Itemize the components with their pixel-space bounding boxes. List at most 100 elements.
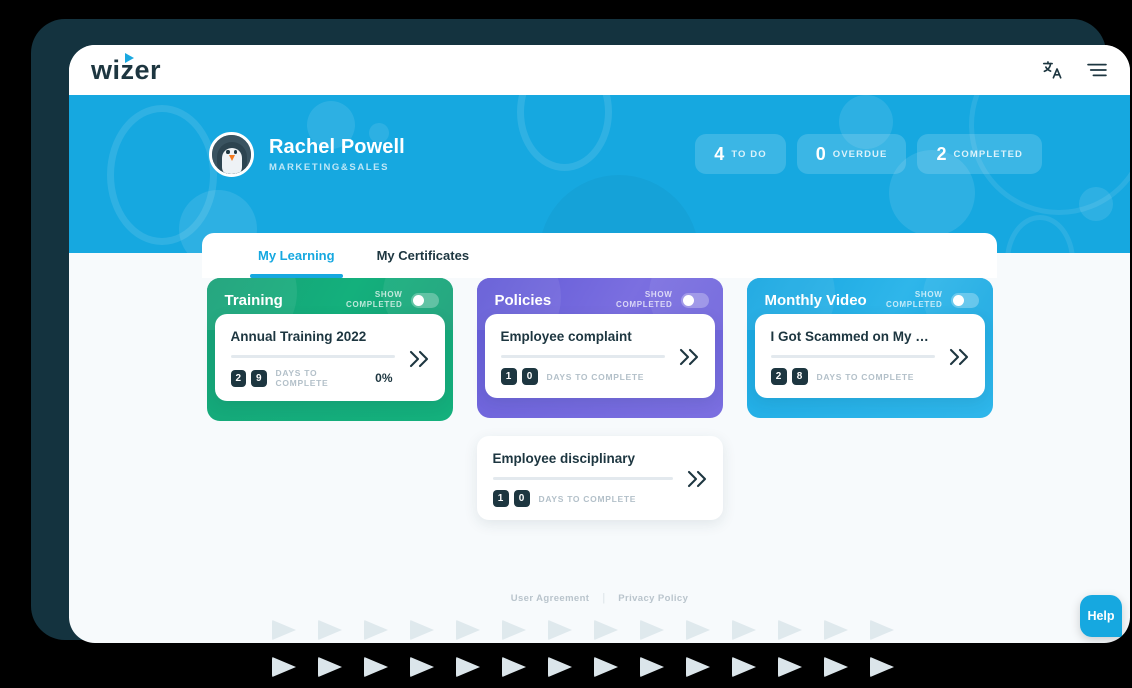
course-meta: 1 0 DAYS TO COMPLETE bbox=[500, 368, 665, 385]
screenshot-stage: wizer Rachel Powell MARKETING&SALES 4 TO… bbox=[0, 0, 1132, 688]
chevron-double-right-icon[interactable] bbox=[673, 346, 701, 368]
play-triangle-decoration bbox=[364, 656, 388, 678]
show-completed-label: SHOW COMPLETED bbox=[885, 290, 943, 309]
tab-my-certificates-label: My Certificates bbox=[376, 248, 470, 263]
course-card-body: I Got Scammed on My Fir... 2 8 DAYS TO C… bbox=[770, 329, 935, 385]
play-triangle-decoration bbox=[456, 656, 480, 678]
show-completed-toggle-monthly-video[interactable]: SHOW COMPLETED bbox=[886, 290, 979, 310]
course-card[interactable]: Annual Training 2022 2 9 DAYS TO COMPLET… bbox=[214, 314, 445, 401]
course-groups-row: Training SHOW COMPLETED Annual Training … bbox=[69, 278, 1130, 520]
group-monthly-video: Monthly Video SHOW COMPLETED I Got Scamm… bbox=[746, 278, 993, 418]
show-completed-toggle-training[interactable]: SHOW COMPLETED bbox=[346, 290, 439, 310]
tab-my-learning-label: My Learning bbox=[258, 248, 335, 263]
course-title: I Got Scammed on My Fir... bbox=[770, 329, 935, 344]
penguin-eye-right bbox=[233, 149, 237, 154]
play-triangle-decoration bbox=[594, 656, 618, 678]
profile-text: Rachel Powell MARKETING&SALES bbox=[269, 136, 405, 173]
penguin-eye-left bbox=[226, 149, 230, 154]
days-digit-tens: 2 bbox=[230, 369, 247, 387]
course-meta: 1 0 DAYS TO COMPLETE bbox=[492, 490, 673, 507]
days-digit-tens: 1 bbox=[500, 368, 517, 385]
group-training-cards: Annual Training 2022 2 9 DAYS TO COMPLET… bbox=[207, 314, 453, 401]
play-triangle-decoration bbox=[318, 656, 342, 678]
play-triangle-decoration bbox=[870, 656, 894, 678]
course-card[interactable]: Employee complaint 1 0 DAYS TO COMPLETE bbox=[484, 314, 715, 398]
course-title: Employee complaint bbox=[500, 329, 632, 344]
course-title: Employee disciplinary bbox=[492, 451, 636, 466]
days-digit-tens: 1 bbox=[492, 490, 509, 507]
toggle-switch[interactable] bbox=[410, 292, 439, 308]
course-meta: 2 8 DAYS TO COMPLETE bbox=[770, 368, 935, 385]
days-digit-ones: 0 bbox=[521, 368, 538, 385]
stat-todo-label: TO DO bbox=[731, 148, 767, 160]
play-triangle-decoration bbox=[548, 656, 572, 678]
completion-percent: 0% bbox=[375, 371, 393, 385]
help-button[interactable]: Help bbox=[1080, 595, 1122, 637]
play-triangle-decoration bbox=[272, 656, 296, 678]
group-training-title: Training bbox=[224, 291, 283, 309]
days-to-complete-label: DAYS TO COMPLETE bbox=[538, 493, 637, 504]
stat-completed-label: COMPLETED bbox=[953, 148, 1023, 160]
stats-group: 4 TO DO 0 OVERDUE 2 COMPLETED bbox=[695, 134, 1042, 174]
translate-icon[interactable] bbox=[1042, 59, 1064, 81]
chevron-double-right-icon[interactable] bbox=[403, 348, 431, 370]
app-screen: wizer Rachel Powell MARKETING&SALES 4 TO… bbox=[69, 45, 1130, 643]
group-policies: Policies SHOW COMPLETED Employee complai… bbox=[476, 278, 723, 418]
tab-my-learning[interactable]: My Learning bbox=[250, 233, 343, 278]
stat-overdue[interactable]: 0 OVERDUE bbox=[796, 134, 907, 174]
course-card[interactable]: Employee disciplinary 1 0 DAYS TO COMPLE… bbox=[476, 436, 723, 520]
days-to-complete-label: DAYS TO COMPLETE bbox=[546, 371, 645, 382]
user-name: Rachel Powell bbox=[269, 135, 405, 158]
play-triangle-decoration bbox=[410, 656, 434, 678]
progress-bar bbox=[230, 355, 395, 358]
toggle-knob bbox=[412, 294, 424, 306]
days-to-complete-label: DAYS TO COMPLETE bbox=[275, 368, 329, 388]
user-profile[interactable]: Rachel Powell MARKETING&SALES bbox=[209, 131, 405, 177]
play-triangle-decoration bbox=[502, 656, 526, 678]
privacy-policy-link[interactable]: Privacy Policy bbox=[618, 593, 688, 604]
course-card[interactable]: I Got Scammed on My Fir... 2 8 DAYS TO C… bbox=[754, 314, 985, 398]
play-triangle-decoration bbox=[686, 656, 710, 678]
days-digit-ones: 8 bbox=[791, 368, 808, 385]
play-triangle-decoration bbox=[824, 656, 848, 678]
tab-my-certificates[interactable]: My Certificates bbox=[377, 233, 469, 278]
stat-todo[interactable]: 4 TO DO bbox=[695, 134, 786, 174]
column-monthly-video: Monthly Video SHOW COMPLETED I Got Scamm… bbox=[746, 278, 993, 520]
course-title: Annual Training 2022 bbox=[230, 329, 367, 344]
group-policies-title: Policies bbox=[494, 291, 552, 309]
decorative-triangle-row-bottom bbox=[272, 655, 894, 679]
user-agreement-link[interactable]: User Agreement bbox=[511, 593, 590, 604]
tab-bar: My Learning My Certificates bbox=[202, 233, 997, 278]
device-frame: wizer Rachel Powell MARKETING&SALES 4 TO… bbox=[31, 19, 1130, 643]
wizer-logo[interactable]: wizer bbox=[83, 52, 161, 84]
help-button-label: Help bbox=[1087, 609, 1115, 623]
penguin-face bbox=[221, 147, 242, 174]
column-training: Training SHOW COMPLETED Annual Training … bbox=[206, 278, 453, 520]
chevron-double-right-icon[interactable] bbox=[943, 346, 971, 368]
avatar bbox=[209, 131, 254, 177]
days-digit-ones: 0 bbox=[513, 490, 530, 507]
stat-completed-value: 2 bbox=[936, 143, 947, 164]
progress-bar bbox=[500, 355, 665, 358]
course-card-body: Annual Training 2022 2 9 DAYS TO COMPLET… bbox=[230, 329, 395, 388]
hamburger-menu-icon[interactable] bbox=[1086, 62, 1108, 78]
group-monthly-video-cards: I Got Scammed on My Fir... 2 8 DAYS TO C… bbox=[747, 314, 993, 398]
show-completed-toggle-policies[interactable]: SHOW COMPLETED bbox=[616, 290, 709, 310]
chevron-double-right-icon[interactable] bbox=[681, 468, 709, 490]
column-policies: Policies SHOW COMPLETED Employee complai… bbox=[476, 278, 723, 520]
days-to-complete-label: DAYS TO COMPLETE bbox=[816, 371, 915, 382]
play-triangle-decoration bbox=[732, 656, 756, 678]
bubble-decoration bbox=[1005, 215, 1075, 253]
days-digit-tens: 2 bbox=[770, 368, 787, 385]
show-completed-label: SHOW COMPLETED bbox=[345, 290, 403, 309]
group-training: Training SHOW COMPLETED Annual Training … bbox=[206, 278, 453, 421]
footer-separator: | bbox=[602, 592, 606, 604]
stat-todo-value: 4 bbox=[714, 143, 725, 164]
toggle-knob bbox=[682, 294, 694, 306]
toggle-switch[interactable] bbox=[950, 292, 979, 308]
group-policies-cards: Employee complaint 1 0 DAYS TO COMPLETE bbox=[477, 314, 723, 398]
stat-completed[interactable]: 2 COMPLETED bbox=[917, 134, 1042, 174]
stat-overdue-label: OVERDUE bbox=[832, 148, 888, 160]
toggle-switch[interactable] bbox=[680, 292, 709, 308]
course-meta: 2 9 DAYS TO COMPLETE 0% bbox=[230, 368, 395, 388]
